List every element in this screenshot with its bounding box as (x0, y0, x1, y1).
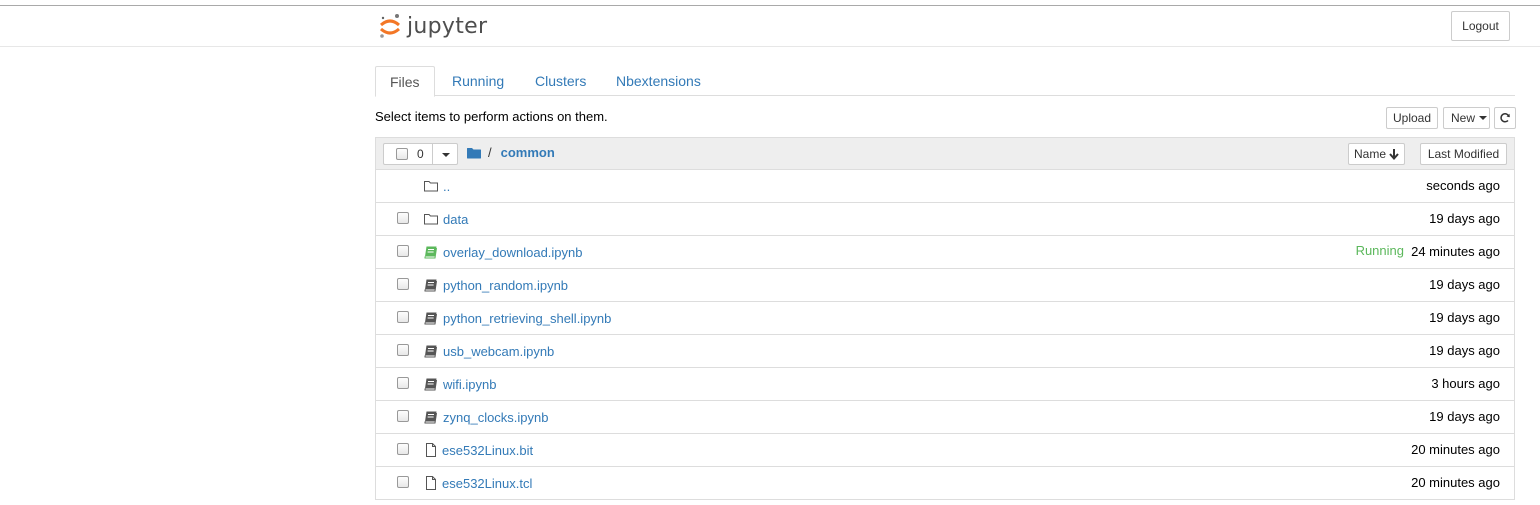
item-checkbox[interactable] (397, 278, 409, 290)
item-checkbox[interactable] (397, 245, 409, 257)
breadcrumb-separator: / (488, 145, 492, 160)
item-name[interactable]: overlay_download.ipynb (443, 245, 582, 260)
sort-by-modified-button[interactable]: Last Modified (1420, 143, 1507, 165)
tab-clusters[interactable]: Clusters (535, 66, 586, 96)
item-checkbox[interactable] (397, 476, 409, 488)
item-modified: 19 days ago (1429, 310, 1500, 325)
header-bar: jupyter Logout (0, 6, 1540, 47)
list-item[interactable]: python_random.ipynb 19 days ago (376, 269, 1514, 302)
item-name[interactable]: ese532Linux.bit (442, 443, 533, 458)
list-item[interactable]: wifi.ipynb 3 hours ago (376, 368, 1514, 401)
select-all-group: 0 (383, 143, 458, 165)
breadcrumb: / common (467, 145, 555, 160)
running-status: Running (1355, 243, 1404, 258)
select-divider (432, 144, 433, 164)
item-modified: 20 minutes ago (1411, 475, 1500, 490)
refresh-icon (1500, 113, 1510, 123)
list-item[interactable]: zynq_clocks.ipynb 19 days ago (376, 401, 1514, 434)
list-item[interactable]: usb_webcam.ipynb 19 days ago (376, 335, 1514, 368)
notebook-running-icon (424, 246, 437, 259)
notebook-icon (424, 312, 437, 325)
jupyter-logo[interactable]: jupyter (378, 11, 487, 41)
item-name[interactable]: data (443, 212, 468, 227)
folder-icon[interactable] (467, 147, 481, 159)
file-list-header: 0 / common Name Last Modified (376, 138, 1514, 170)
item-name[interactable]: .. (443, 179, 450, 194)
chevron-down-icon (1479, 116, 1488, 120)
tab-nbextensions[interactable]: Nbextensions (616, 66, 701, 96)
notebook-icon (424, 279, 437, 292)
refresh-button[interactable] (1494, 107, 1516, 129)
chevron-down-icon[interactable] (442, 153, 450, 157)
item-modified: 3 hours ago (1431, 376, 1500, 391)
list-item[interactable]: ese532Linux.bit 20 minutes ago (376, 434, 1514, 467)
item-modified: 19 days ago (1429, 343, 1500, 358)
jupyter-logo-icon (380, 14, 400, 38)
item-checkbox[interactable] (397, 344, 409, 356)
file-list: 0 / common Name Last Modified .. seconds… (375, 137, 1515, 500)
item-name[interactable]: wifi.ipynb (443, 377, 496, 392)
new-dropdown-button[interactable]: New (1443, 107, 1490, 129)
notebook-icon (424, 345, 437, 358)
item-name[interactable]: ese532Linux.tcl (442, 476, 532, 491)
folder-outline-icon (424, 181, 438, 192)
upload-button[interactable]: Upload (1386, 107, 1438, 129)
item-modified: 19 days ago (1429, 211, 1500, 226)
list-item[interactable]: .. seconds ago (376, 170, 1514, 203)
tab-running[interactable]: Running (452, 66, 504, 96)
item-checkbox[interactable] (397, 443, 409, 455)
selection-hint: Select items to perform actions on them. (375, 109, 608, 124)
arrow-down-icon (1389, 148, 1399, 160)
notebook-icon (424, 411, 437, 424)
breadcrumb-current[interactable]: common (501, 145, 555, 160)
item-checkbox[interactable] (397, 212, 409, 224)
item-name[interactable]: python_random.ipynb (443, 278, 568, 293)
tab-files[interactable]: Files (375, 66, 435, 97)
tab-bar: Files Running Clusters Nbextensions (375, 66, 1515, 97)
new-button-label: New (1451, 111, 1476, 125)
list-item[interactable]: ese532Linux.tcl 20 minutes ago (376, 467, 1514, 500)
folder-outline-icon (424, 214, 438, 225)
logo-text: jupyter (407, 13, 488, 39)
sort-by-name-button[interactable]: Name (1348, 143, 1405, 165)
logout-button[interactable]: Logout (1451, 11, 1510, 41)
item-checkbox[interactable] (397, 377, 409, 389)
item-name[interactable]: python_retrieving_shell.ipynb (443, 311, 611, 326)
list-item[interactable]: python_retrieving_shell.ipynb 19 days ag… (376, 302, 1514, 335)
notebook-icon (424, 378, 437, 391)
list-item[interactable]: overlay_download.ipynb Running 24 minute… (376, 236, 1514, 269)
item-name[interactable]: zynq_clocks.ipynb (443, 410, 549, 425)
item-modified: 19 days ago (1429, 409, 1500, 424)
item-modified: 20 minutes ago (1411, 442, 1500, 457)
item-checkbox[interactable] (397, 311, 409, 323)
sort-name-label: Name (1354, 147, 1387, 161)
file-icon (426, 443, 436, 457)
file-icon (426, 476, 436, 490)
list-item[interactable]: data 19 days ago (376, 203, 1514, 236)
item-modified: 19 days ago (1429, 277, 1500, 292)
item-name[interactable]: usb_webcam.ipynb (443, 344, 554, 359)
selected-count: 0 (417, 147, 424, 161)
item-checkbox[interactable] (397, 410, 409, 422)
select-all-checkbox[interactable] (396, 148, 408, 160)
item-modified: seconds ago (1426, 178, 1500, 193)
item-modified: 24 minutes ago (1411, 244, 1500, 259)
